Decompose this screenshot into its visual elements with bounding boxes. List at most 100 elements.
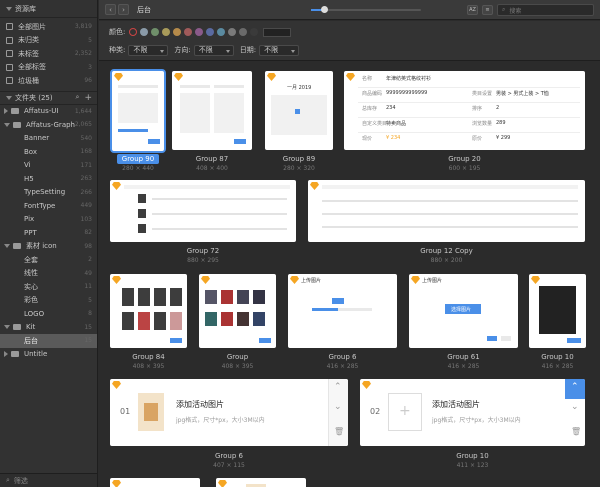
folder-icon [13,121,21,128]
product-photo [170,288,182,306]
asset-thumbnail[interactable] [110,180,296,242]
cal-header [214,85,244,88]
asset-thumbnail[interactable] [308,180,585,242]
folder-item[interactable]: Box 168 [0,145,97,159]
asset-thumbnail[interactable]: 02 + 添加活动图片 jpg格式，尺寸*px，大小3M以内 ⌃ ⌄ 🗑 [360,379,585,446]
library-item[interactable]: 未归类 5 [0,34,97,48]
asset-name: Group 6 [215,452,243,460]
asset-thumbnail[interactable]: 名称 年津纺英式格纹衬衫 商品编码 9999999999999 类目设置 男装 > 男式上… [344,71,585,150]
folder-item[interactable]: Vi 171 [0,159,97,173]
direction-filter-select[interactable]: 不限 [193,44,234,56]
folder-item-label: 后台 [24,336,38,345]
asset-thumbnail[interactable] [110,478,200,487]
color-swatch[interactable] [184,28,193,36]
chevron-right-icon[interactable] [4,108,8,115]
color-swatch[interactable] [217,28,226,36]
folder-item[interactable]: 后台 15 [0,334,97,348]
type-filter-value: 不限 [133,46,148,54]
color-swatch[interactable] [173,28,182,36]
asset-thumbnail[interactable] [172,71,252,150]
color-hex-input[interactable] [263,27,292,37]
detail-cell: 原价 [472,136,483,142]
sidebar-filter-placeholder: 筛选 [13,476,28,485]
table-row [152,213,287,215]
collapse-icon[interactable] [6,6,12,11]
sketch-logo-icon [112,276,121,284]
confirm-button [487,336,497,341]
color-swatch[interactable] [140,28,149,36]
folder-item[interactable]: Banner 540 [0,132,97,146]
folder-item[interactable]: LOGO 8 [0,307,97,321]
filter-menu-button[interactable]: ≡ [482,5,493,15]
slot-index: 01 [120,407,131,416]
zoom-slider-knob[interactable] [321,6,329,13]
folder-item[interactable]: 线性 49 [0,267,97,281]
folder-item[interactable]: Untitle [0,348,97,362]
asset-thumbnail[interactable] [110,274,187,348]
folder-item-label: 实心 [24,282,38,291]
color-swatch[interactable] [162,28,171,36]
chevron-down-icon[interactable] [4,244,10,249]
folder-item[interactable]: 全套 2 [0,253,97,267]
folder-item[interactable]: Kit 15 [0,321,97,335]
search-input[interactable]: ⌕ 搜索 [497,4,594,16]
asset-thumbnail[interactable]: 一月 2019 [265,71,333,150]
type-filter-select[interactable]: 不限 [128,44,169,56]
library-item[interactable]: 垃圾桶 96 [0,74,97,88]
asset-grid: Group 90 280 × 440 Group 87 408 × 400 一月… [99,62,600,487]
color-swatch[interactable] [195,28,204,36]
direction-filter-value: 不限 [198,46,213,54]
color-swatch[interactable] [206,28,215,36]
folder-item[interactable]: TypeSetting 266 [0,186,97,200]
sketch-logo-icon [174,73,183,81]
folders-collapse-icon[interactable] [6,95,12,100]
folder-item[interactable]: 素材 icon 98 [0,240,97,254]
sketch-logo-icon [218,480,227,487]
folder-item[interactable]: Affatus-Graphics 2,065 [0,118,97,132]
chevron-down-icon[interactable] [4,122,10,127]
folder-item-count: 2,065 [74,121,92,129]
sort-button[interactable]: AZ [467,5,478,15]
add-folder-icon[interactable]: + [84,93,92,103]
library-item[interactable]: 全部标签 3 [0,61,97,75]
direction-filter-label: 方向: [174,46,191,54]
asset-size: 408 × 395 [221,363,254,370]
sidebar-filter[interactable]: ⌕ 筛选 [0,473,97,487]
color-swatch[interactable] [228,28,237,36]
folder-item-count: 449 [80,202,92,210]
color-swatch[interactable] [239,28,248,36]
chevron-right-icon[interactable] [4,351,8,358]
library-item[interactable]: 全部图片 3,819 [0,20,97,34]
color-swatch[interactable] [250,28,259,36]
chevron-down-icon[interactable] [4,325,10,330]
asset-thumbnail[interactable] [112,71,164,151]
asset-thumbnail[interactable]: 01 添加活动图片 jpg格式，尺寸*px，大小3M以内 ⌃ ⌄ 🗑 [110,379,348,446]
table-row [152,198,287,200]
back-button[interactable]: ‹ [105,4,116,15]
folder-item[interactable]: 实心 11 [0,280,97,294]
folder-item[interactable]: 彩色 5 [0,294,97,308]
folder-item[interactable]: Pix 103 [0,213,97,227]
table-row [322,226,578,228]
folder-item[interactable]: H5 263 [0,172,97,186]
asset-thumbnail[interactable]: 上传图片 [288,274,397,348]
detail-cell: 总库存 [362,106,378,112]
forward-button[interactable]: › [118,4,129,15]
asset-thumbnail[interactable] [216,478,306,487]
no-color-icon[interactable] [129,28,138,36]
folder-search-icon[interactable]: ⌕ [76,93,80,102]
zoom-slider[interactable] [311,6,421,13]
date-filter-select[interactable]: 不限 [259,44,300,56]
asset-thumbnail[interactable] [529,274,586,348]
folder-item[interactable]: FontType 449 [0,199,97,213]
asset-thumbnail[interactable]: 上传图片 选择图片 [409,274,518,348]
asset-name: Group 10 [456,452,489,460]
folder-item-count: 15 [84,337,92,345]
folder-item-label: PPT [24,228,37,237]
library-item[interactable]: 未标签 2,352 [0,47,97,61]
folder-item-label: FontType [24,201,56,210]
folder-item[interactable]: PPT 82 [0,226,97,240]
folder-item[interactable]: Affatus-UI 1,644 [0,105,97,119]
asset-thumbnail[interactable] [199,274,276,348]
color-swatch[interactable] [151,28,160,36]
